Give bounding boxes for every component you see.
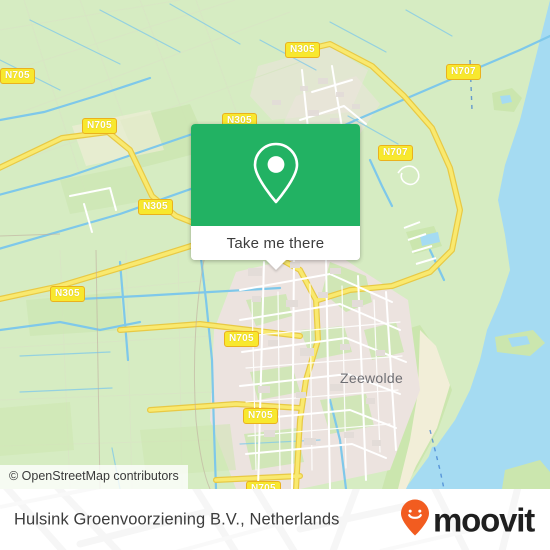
road-shield: N705 — [82, 118, 117, 134]
map-canvas[interactable]: .w { fill:#a5dbf2; } .farm{ fill:#d6ecc2… — [0, 0, 550, 489]
take-me-there-button[interactable]: Take me there — [191, 226, 360, 260]
place-label-zeewolde: Zeewolde — [340, 370, 404, 386]
road-shield: N707 — [446, 64, 481, 80]
popup-pointer — [264, 259, 287, 270]
popup-header — [191, 124, 360, 226]
moovit-logo[interactable]: moovit — [400, 498, 535, 541]
road-shield: N707 — [378, 145, 413, 161]
location-title: Hulsink Groenvoorziening B.V., Netherlan… — [14, 510, 340, 528]
take-me-there-popup[interactable]: Take me there — [191, 124, 360, 270]
road-shield: N705 — [246, 481, 281, 489]
footer-bar: Hulsink Groenvoorziening B.V., Netherlan… — [0, 489, 550, 550]
road-shield: N705 — [0, 68, 35, 84]
map-attribution[interactable]: © OpenStreetMap contributors — [0, 465, 188, 489]
road-shield: N705 — [224, 331, 259, 347]
moovit-smiley-pin-icon — [400, 498, 430, 541]
road-shield: N305 — [138, 199, 173, 215]
moovit-wordmark: moovit — [433, 501, 535, 538]
take-me-there-label: Take me there — [226, 234, 325, 252]
road-shield: N305 — [285, 42, 320, 58]
road-shield: N305 — [50, 286, 85, 302]
map-pin-icon — [249, 140, 303, 211]
road-shield: N705 — [243, 408, 278, 424]
